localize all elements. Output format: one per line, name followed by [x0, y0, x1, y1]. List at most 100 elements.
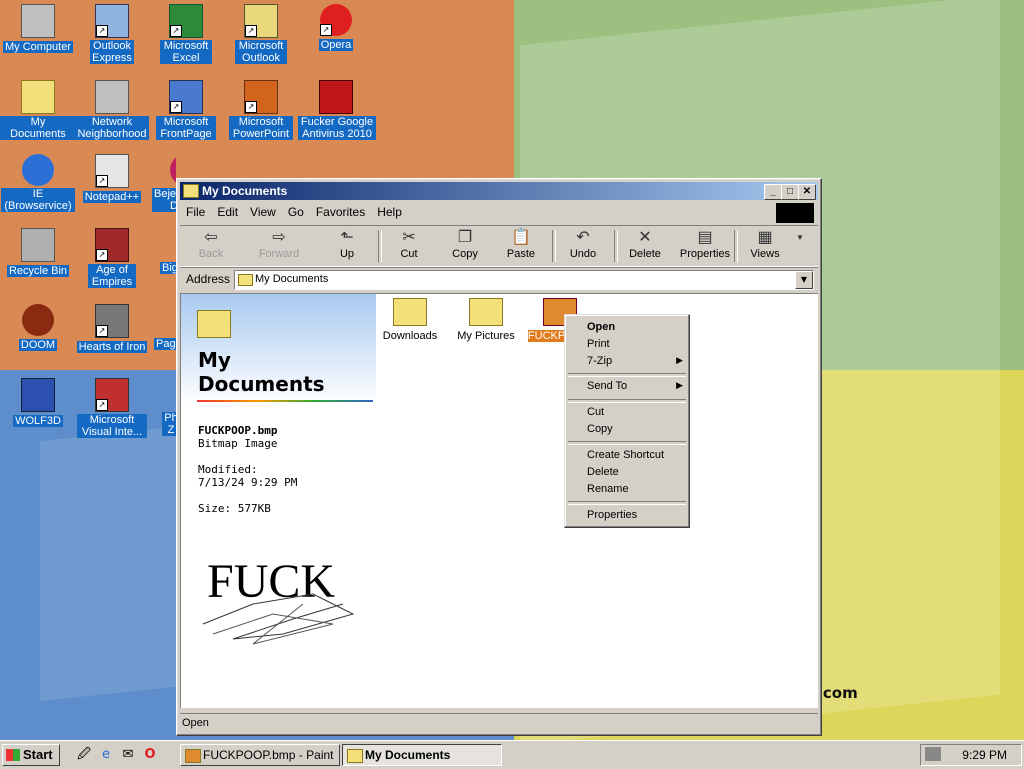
- context-delete[interactable]: Delete: [587, 466, 619, 478]
- menu-separator: [568, 373, 686, 377]
- menu-bar: File Edit View Go Favorites Help: [180, 202, 818, 223]
- menu-file[interactable]: File: [180, 202, 211, 222]
- context-properties[interactable]: Properties: [587, 509, 637, 521]
- web-view-rule: [197, 400, 373, 402]
- outlook-express-icon[interactable]: ✉: [120, 747, 136, 763]
- desktop-icon-ie[interactable]: IE (Browservice): [0, 154, 76, 212]
- desktop-icon-hearts-of-iron[interactable]: ↗ Hearts of Iron: [74, 304, 150, 353]
- maximize-button[interactable]: □: [781, 184, 799, 200]
- desktop-icon-doom[interactable]: DOOM: [0, 304, 76, 351]
- desktop-icon-my-computer[interactable]: My Computer: [0, 4, 76, 53]
- preview-scribble: [202, 593, 355, 645]
- folder-icon: [183, 184, 199, 198]
- context-7zip[interactable]: 7-Zip: [587, 355, 612, 367]
- desktop-icon-antivirus[interactable]: Fucker Google Antivirus 2010: [298, 80, 376, 140]
- context-create-shortcut[interactable]: Create Shortcut: [587, 449, 664, 461]
- desktop-icon-label: Network Neighborhood: [75, 116, 149, 140]
- tray-network-icon[interactable]: [925, 747, 941, 761]
- forward-button[interactable]: ⇨ Forward: [252, 228, 306, 264]
- desktop-icon-big[interactable]: Big: [148, 228, 176, 274]
- menu-help[interactable]: Help: [371, 202, 408, 222]
- close-button[interactable]: ✕: [798, 184, 816, 200]
- internet-explorer-icon[interactable]: e: [98, 747, 114, 763]
- desktop-icon-age-of-empires[interactable]: ↗ Age of Empires: [74, 228, 150, 288]
- address-label: Address: [186, 272, 231, 286]
- taskbar-button-paint[interactable]: FUCKPOOP.bmp - Paint: [180, 744, 340, 766]
- taskbar-button-my-documents[interactable]: My Documents: [342, 744, 502, 766]
- desktop-icon-label: Microsoft Outlook: [235, 40, 287, 64]
- address-bar: Address My Documents ▼: [180, 267, 818, 292]
- desktop-icon-ph[interactable]: Ph Z: [148, 378, 176, 436]
- context-send-to[interactable]: Send To: [587, 380, 627, 392]
- desktop-icon-outlook-express[interactable]: ↗ Outlook Express: [74, 4, 150, 64]
- menu-edit[interactable]: Edit: [211, 202, 244, 222]
- folder-item-my-pictures[interactable]: My Pictures: [451, 298, 521, 342]
- desktop-icon-my-documents[interactable]: My Documents: [0, 80, 76, 140]
- properties-label: Properties: [679, 248, 731, 260]
- address-dropdown-button[interactable]: ▼: [795, 271, 813, 289]
- clock[interactable]: 9:29 PM: [962, 748, 1007, 762]
- notepad-plus-plus-icon: ↗: [95, 154, 129, 188]
- desktop-icon-powerpoint[interactable]: ↗ Microsoft PowerPoint: [223, 80, 299, 140]
- opera-icon[interactable]: O: [142, 747, 158, 763]
- frontpage-icon: ↗: [169, 80, 203, 114]
- paste-button[interactable]: 📋 Paste: [494, 228, 548, 264]
- menu-view[interactable]: View: [244, 202, 282, 222]
- windows-logo-icon: [776, 203, 814, 223]
- selected-file-type: Bitmap Image: [198, 437, 278, 450]
- folder-icon: [347, 749, 363, 763]
- views-dropdown-button[interactable]: ▼: [792, 228, 808, 264]
- desktop-icon-label: Microsoft Visual Inte...: [77, 414, 147, 438]
- copy-button[interactable]: ❐ Copy: [438, 228, 492, 264]
- toolbar: ⇦ Back ⇨ Forward ⬑ Up ✂ Cut ❐ Copy 📋 Paste ↶ Un…: [180, 225, 818, 267]
- up-label: Up: [339, 248, 355, 260]
- up-button[interactable]: ⬑ Up: [320, 228, 374, 264]
- desktop-icon-bejeweled[interactable]: Bejeweled D: [148, 154, 176, 212]
- properties-icon: ▤: [697, 229, 713, 246]
- desktop-icon-label: Bejeweled D: [152, 188, 176, 212]
- desktop-icon-label: Opera: [318, 39, 354, 51]
- desktop-icon-recycle-bin[interactable]: Recycle Bin: [0, 228, 76, 277]
- window-titlebar[interactable]: My Documents _ □ ✕: [180, 182, 818, 200]
- desktop-icon-label: My Computer: [2, 41, 74, 53]
- menu-separator: [568, 399, 686, 403]
- desktop-icon-wolf3d[interactable]: WOLF3D: [0, 378, 76, 427]
- desktop-icon-notepadpp[interactable]: ↗ Notepad++: [74, 154, 150, 203]
- back-button[interactable]: ⇦ Back: [184, 228, 238, 264]
- undo-button[interactable]: ↶ Undo: [556, 228, 610, 264]
- context-rename[interactable]: Rename: [587, 483, 629, 495]
- doom-icon: [22, 304, 54, 336]
- address-input[interactable]: My Documents ▼: [234, 270, 814, 290]
- show-desktop-icon[interactable]: 🖉: [76, 747, 92, 763]
- cut-button[interactable]: ✂ Cut: [382, 228, 436, 264]
- menu-favorites[interactable]: Favorites: [310, 202, 371, 222]
- context-cut[interactable]: Cut: [587, 406, 604, 418]
- menu-go[interactable]: Go: [282, 202, 310, 222]
- delete-button[interactable]: ✕ Delete: [618, 228, 672, 264]
- context-print[interactable]: Print: [587, 338, 610, 350]
- undo-label: Undo: [569, 248, 597, 260]
- desktop-icon-label: Microsoft FrontPage: [156, 116, 216, 140]
- views-button[interactable]: ▦ Views: [738, 228, 792, 264]
- context-copy[interactable]: Copy: [587, 423, 613, 435]
- desktop-icon-outlook[interactable]: ↗ Microsoft Outlook: [223, 4, 299, 64]
- opera-icon: ↗: [320, 4, 352, 36]
- desktop-icon-excel[interactable]: ↗ Microsoft Excel: [148, 4, 224, 64]
- scissors-icon: ✂: [402, 229, 416, 246]
- folder-item-downloads[interactable]: Downloads: [375, 298, 445, 342]
- paint-icon: [185, 749, 201, 763]
- folder-item-label: Downloads: [382, 330, 438, 342]
- start-button[interactable]: Start: [2, 744, 60, 766]
- window-title: My Documents: [202, 184, 288, 198]
- minimize-button[interactable]: _: [764, 184, 782, 200]
- properties-button[interactable]: ▤ Properties: [674, 228, 736, 264]
- desktop-icon-frontpage[interactable]: ↗ Microsoft FrontPage: [148, 80, 224, 140]
- desktop-icon-opera[interactable]: ↗ Opera: [298, 4, 374, 51]
- context-open[interactable]: Open: [587, 321, 615, 333]
- copy-label: Copy: [452, 248, 478, 260]
- desktop-icon-visual-interdev[interactable]: ↗ Microsoft Visual Inte...: [74, 378, 150, 438]
- desktop-icon-network[interactable]: Network Neighborhood: [74, 80, 150, 140]
- folder-content[interactable]: My Documents FUCKPOOP.bmp Bitmap Image Mo…: [180, 293, 818, 708]
- excel-icon: ↗: [169, 4, 203, 38]
- desktop-icon-pagg[interactable]: Pagg: [148, 304, 176, 350]
